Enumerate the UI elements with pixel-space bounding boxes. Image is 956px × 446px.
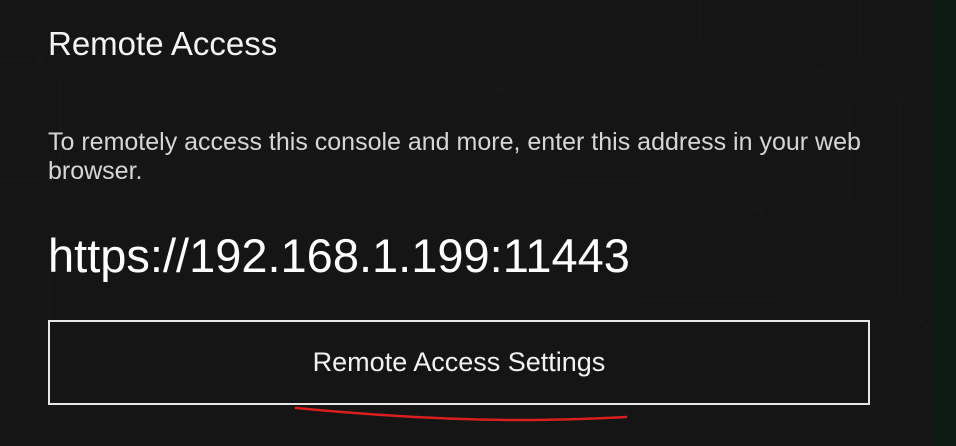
remote-access-settings-button-label: Remote Access Settings [312, 347, 606, 377]
background-edge [933, 0, 956, 446]
remote-access-description: To remotely access this console and more… [48, 128, 861, 185]
remote-access-address: https://192.168.1.199:11443 [48, 229, 630, 282]
page-title: Remote Access [48, 25, 278, 62]
remote-access-settings-button[interactable]: Remote Access Settings [48, 320, 870, 405]
